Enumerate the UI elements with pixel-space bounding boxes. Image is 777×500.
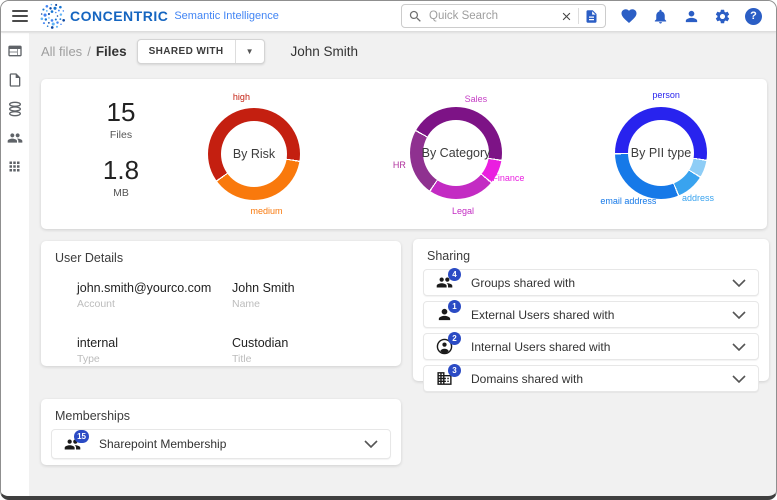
chevron-down-icon[interactable] [732, 343, 746, 351]
sidebar-item-dashboard[interactable] [7, 43, 23, 59]
donut-segment-label: medium [251, 206, 283, 216]
files-stat: 15 Files [71, 97, 171, 141]
groups-icon: 15 [64, 436, 81, 453]
accordion-internal-users-shared-with[interactable]: 2 Internal Users shared with [423, 333, 759, 360]
sharing-card: Sharing 4 Groups shared with 1 External … [413, 239, 769, 381]
donut-segment-label: Legal [452, 206, 474, 216]
header-actions: ? [401, 4, 776, 28]
size-unit-label: MB [71, 187, 171, 199]
memberships-title: Memberships [41, 399, 401, 427]
count-badge: 2 [448, 332, 461, 345]
summary-charts-card: 15 Files 1.8 MB By Risk highmedium By Ca… [41, 79, 767, 229]
brand-subtitle: Semantic Intelligence [174, 10, 279, 22]
chevron-down-icon[interactable] [364, 440, 378, 448]
files-count-label: Files [71, 129, 171, 141]
count-badge: 15 [74, 430, 89, 443]
sharing-rows: 4 Groups shared with 1 External Users sh… [413, 267, 769, 392]
search-icon [408, 9, 423, 24]
field-type: internal Type [77, 336, 232, 365]
user-details-card: User Details john.smith@yourco.com Accou… [41, 241, 401, 366]
sidebar-item-users[interactable] [7, 130, 23, 146]
heart-icon[interactable] [620, 7, 638, 25]
file-stats: 15 Files 1.8 MB [71, 97, 171, 199]
field-account: john.smith@yourco.com Account [77, 281, 232, 310]
account-circle-icon: 2 [436, 338, 453, 355]
files-count: 15 [71, 97, 171, 128]
donut-segment-label: person [652, 90, 680, 100]
sharing-title: Sharing [413, 239, 769, 267]
count-badge: 3 [448, 364, 461, 377]
chevron-down-icon[interactable] [732, 279, 746, 287]
sidebar-item-files[interactable] [7, 72, 23, 88]
membership-rows: 15 Sharepoint Membership [41, 427, 401, 459]
left-sidebar [1, 33, 29, 496]
field-title: Custodian Title [232, 336, 387, 365]
brand-logo: CONCENTRIC Semantic Intelligence [40, 3, 279, 29]
memberships-card: Memberships 15 Sharepoint Membership [41, 399, 401, 465]
accordion-groups-shared-with[interactable]: 4 Groups shared with [423, 269, 759, 296]
chevron-down-icon[interactable] [732, 375, 746, 383]
accordion-domains-shared-with[interactable]: 3 Domains shared with [423, 365, 759, 392]
hamburger-menu-icon[interactable] [12, 10, 28, 22]
clear-search-icon[interactable] [560, 10, 573, 23]
top-header: CONCENTRIC Semantic Intelligence [1, 1, 776, 32]
search-divider [578, 8, 579, 24]
shared-with-dropdown[interactable]: SHARED WITH ▼ [137, 39, 265, 64]
search-input[interactable] [429, 10, 560, 22]
app-window: CONCENTRIC Semantic Intelligence [0, 0, 777, 500]
size-value: 1.8 [71, 155, 171, 186]
accordion-sharepoint-membership[interactable]: 15 Sharepoint Membership [51, 429, 391, 459]
donut-title-by-category: By Category [410, 107, 502, 199]
user-details-title: User Details [41, 241, 401, 269]
sidebar-item-apps[interactable] [7, 159, 23, 175]
page-title: John Smith [291, 44, 359, 59]
breadcrumb-separator: / [87, 44, 91, 59]
size-stat: 1.8 MB [71, 155, 171, 199]
help-icon[interactable]: ? [745, 8, 762, 25]
shared-with-label: SHARED WITH [138, 40, 235, 63]
building-icon: 3 [436, 370, 453, 387]
donut-title-by-pii-type: By PII type [615, 107, 707, 199]
count-badge: 4 [448, 268, 461, 281]
count-badge: 1 [448, 300, 461, 313]
donut-segment-label: Finance [492, 173, 524, 183]
document-icon[interactable] [584, 9, 599, 24]
accordion-external-users-shared-with[interactable]: 1 External Users shared with [423, 301, 759, 328]
donut-chart-by-category[interactable]: By Category SalesFinanceLegalHR [410, 107, 502, 199]
gear-icon[interactable] [714, 8, 731, 25]
donut-title-by-risk: By Risk [208, 108, 300, 200]
donut-chart-by-pii-type[interactable]: By PII type personaddressemail address [615, 107, 707, 199]
user-details-fields: john.smith@yourco.com Account John Smith… [41, 269, 401, 365]
person-icon: 1 [436, 306, 453, 323]
donut-segment-label: address [682, 193, 714, 203]
concentric-logo-icon [40, 3, 66, 29]
donut-segment-label: high [233, 92, 250, 102]
sidebar-item-data[interactable] [7, 101, 23, 117]
donut-chart-by-risk[interactable]: By Risk highmedium [208, 108, 300, 200]
breadcrumb: All files / Files SHARED WITH ▼ John Smi… [41, 39, 358, 64]
brand-name: CONCENTRIC [70, 8, 168, 24]
donut-segment-label: Sales [465, 94, 488, 104]
bell-icon[interactable] [652, 8, 669, 25]
breadcrumb-current: Files [96, 44, 127, 59]
donut-segment-label: email address [600, 196, 656, 206]
search-box [401, 4, 606, 28]
user-icon[interactable] [683, 8, 700, 25]
chevron-down-icon[interactable] [732, 311, 746, 319]
groups-icon: 4 [436, 274, 453, 291]
field-name: John Smith Name [232, 281, 387, 310]
chevron-down-icon[interactable]: ▼ [236, 40, 264, 63]
breadcrumb-parent[interactable]: All files [41, 44, 82, 59]
donut-segment-label: HR [393, 160, 406, 170]
